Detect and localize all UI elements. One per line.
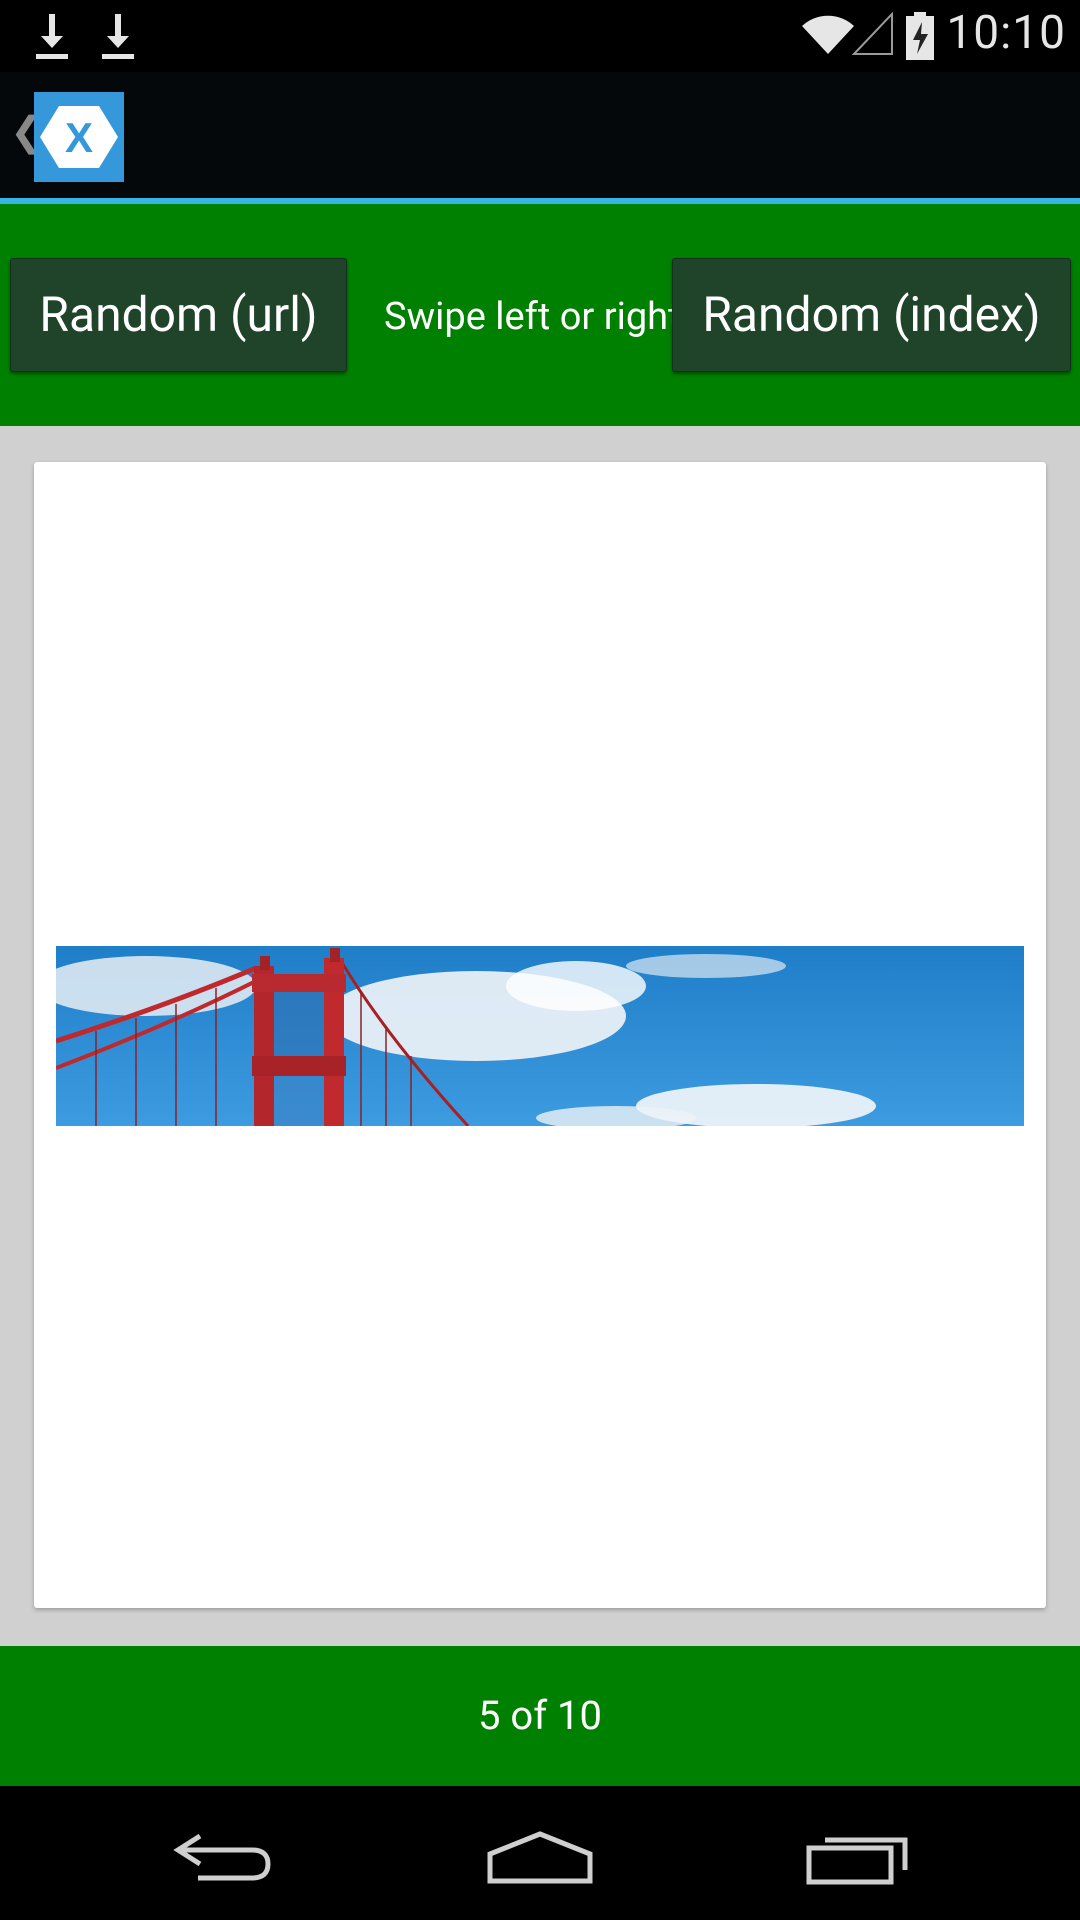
back-icon[interactable] (170, 1826, 280, 1886)
footer-bar: 5 of 10 (0, 1646, 1080, 1786)
image-card[interactable] (34, 462, 1046, 1608)
download-icon (32, 10, 72, 62)
download-icon (98, 10, 138, 62)
carousel-area[interactable] (0, 426, 1080, 1646)
clock: 10:10 (946, 6, 1066, 60)
golden-gate-bridge-photo (56, 946, 1024, 1126)
screen: 10:10 ❮ X Random (url) Swipe left or rig… (0, 0, 1080, 1920)
control-bar: Random (url) Swipe left or right Random … (0, 204, 1080, 426)
random-url-button[interactable]: Random (url) (10, 258, 347, 372)
random-index-button[interactable]: Random (index) (672, 258, 1071, 372)
page-indicator: 5 of 10 (477, 1692, 602, 1739)
signal-icon (851, 11, 894, 56)
battery-charging-icon (904, 12, 936, 60)
action-bar: ❮ X (0, 72, 1080, 198)
swipe-hint-label: Swipe left or right (384, 295, 681, 339)
recent-apps-icon[interactable] (805, 1826, 915, 1886)
status-bar: 10:10 (0, 0, 1080, 72)
navigation-bar (0, 1786, 1080, 1920)
wifi-icon (800, 14, 856, 56)
xamarin-logo-icon[interactable]: X (34, 92, 124, 182)
home-icon[interactable] (485, 1826, 595, 1886)
svg-text:X: X (65, 114, 93, 161)
